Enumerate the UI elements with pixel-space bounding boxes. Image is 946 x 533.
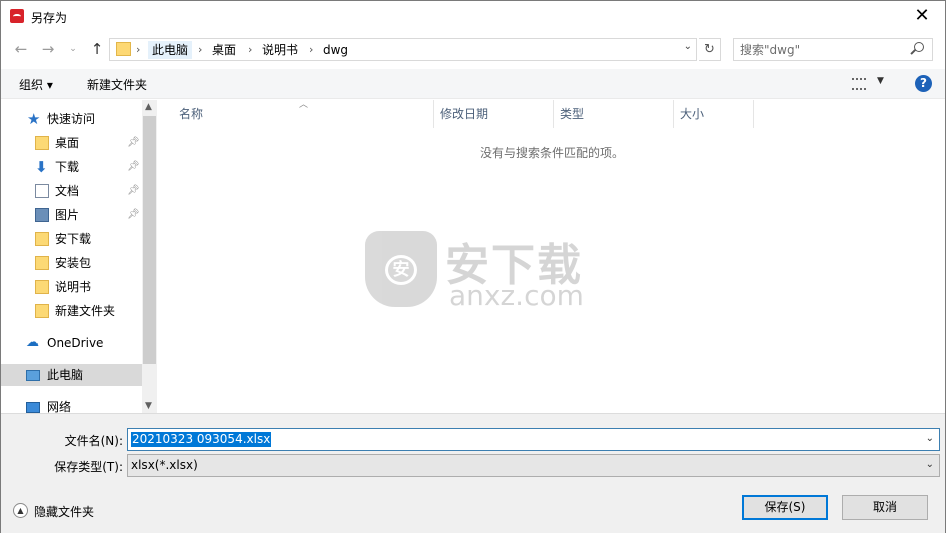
pin-icon[interactable]: 📌︎	[127, 204, 140, 226]
sidebar-item-label: OneDrive	[47, 336, 104, 350]
sidebar-item-label: 下载	[55, 160, 80, 174]
chevron-up-icon[interactable]: ▲	[13, 503, 28, 518]
sidebar-item-manual[interactable]: 说明书	[1, 276, 142, 298]
breadcrumb-manual[interactable]: 说明书	[262, 41, 298, 59]
column-header-name[interactable]: 名称	[173, 100, 203, 128]
folder-icon	[35, 256, 49, 270]
up-arrow-icon[interactable]: ↑	[87, 39, 107, 59]
pin-icon[interactable]: 📌︎	[127, 156, 140, 178]
filetype-select[interactable]: xlsx(*.xlsx) ⌄	[127, 454, 940, 477]
breadcrumb-separator-icon[interactable]: ›	[136, 41, 140, 59]
cancel-button[interactable]: 取消	[842, 495, 928, 520]
sidebar-item-label: 文档	[55, 184, 80, 198]
search-input[interactable]	[734, 39, 904, 60]
search-box[interactable]	[733, 38, 933, 61]
filetype-label: 保存类型(T):	[54, 460, 123, 474]
sidebar-item-installers[interactable]: 安装包	[1, 252, 142, 274]
sidebar-item-onedrive[interactable]: ☁ OneDrive	[1, 332, 142, 354]
sort-ascending-icon: ︿	[299, 100, 309, 110]
refresh-button[interactable]: ↻	[699, 38, 721, 61]
address-dropdown-chevron-icon[interactable]: ⌄	[684, 41, 692, 52]
empty-message: 没有与搜索条件匹配的项。	[479, 146, 624, 160]
breadcrumb-desktop[interactable]: 桌面	[212, 41, 236, 59]
sidebar-item-label: 说明书	[55, 280, 92, 294]
sidebar-item-anxz[interactable]: 安下载	[1, 228, 142, 250]
address-bar[interactable]: › 此电脑 › 桌面 › 说明书 › dwg ⌄	[109, 38, 697, 61]
cloud-icon: ☁	[26, 335, 39, 350]
command-bar: 组织 ▾ 新建文件夹 ▼ ?	[1, 69, 945, 99]
breadcrumb-separator-icon[interactable]: ›	[198, 41, 202, 59]
picture-icon	[35, 208, 49, 222]
navigation-scrollbar[interactable]: ▲ ▼	[142, 100, 157, 413]
filename-label: 文件名(N):	[64, 434, 123, 448]
sidebar-item-documents[interactable]: 文档 📌︎	[1, 180, 142, 202]
sidebar-item-label: 快速访问	[47, 112, 96, 126]
scroll-down-arrow-icon[interactable]: ▼	[145, 401, 152, 411]
view-options-icon[interactable]	[852, 78, 866, 90]
star-icon: ★	[27, 110, 41, 128]
navigation-pane: ★ 快速访问 桌面 📌︎ ⬇ 下载 📌︎ 文档 📌︎ 图片 📌︎ 安下载 安装包…	[1, 100, 159, 413]
view-dropdown-icon[interactable]: ▼	[877, 76, 884, 86]
save-as-dialog: 另存为 ✕ ← → ⌄ ↑ › 此电脑 › 桌面 › 说明书 › dwg ⌄ ↻…	[0, 0, 946, 533]
back-arrow-icon[interactable]: ←	[11, 39, 31, 59]
computer-icon	[26, 370, 40, 381]
column-divider[interactable]	[753, 100, 754, 128]
column-header-modified[interactable]: 修改日期	[434, 100, 488, 128]
filename-value[interactable]: 20210323 093054.xlsx	[131, 432, 272, 447]
save-form: 文件名(N): 20210323 093054.xlsx ⌄ 保存类型(T): …	[1, 413, 945, 533]
watermark-logo: 安 安下载 anxz.com	[365, 223, 595, 313]
column-header-type[interactable]: 类型	[554, 100, 584, 128]
pin-icon[interactable]: 📌︎	[127, 132, 140, 154]
filetype-value: xlsx(*.xlsx)	[131, 458, 198, 472]
sidebar-item-network[interactable]: 网络	[1, 396, 142, 413]
sidebar-item-label: 网络	[47, 400, 72, 413]
scroll-up-arrow-icon[interactable]: ▲	[145, 102, 152, 112]
document-icon	[35, 184, 49, 198]
close-button[interactable]: ✕	[899, 1, 945, 31]
folder-icon	[35, 136, 49, 150]
breadcrumb-this-pc[interactable]: 此电脑	[148, 41, 193, 59]
scrollbar-thumb[interactable]	[143, 116, 156, 364]
sidebar-item-label: 安装包	[55, 256, 92, 270]
save-button[interactable]: 保存(S)	[742, 495, 828, 520]
breadcrumb-separator-icon[interactable]: ›	[248, 41, 252, 59]
sidebar-item-quick-access[interactable]: ★ 快速访问	[1, 108, 142, 130]
sidebar-item-desktop[interactable]: 桌面 📌︎	[1, 132, 142, 154]
app-logo-icon	[10, 9, 24, 23]
sidebar-item-pictures[interactable]: 图片 📌︎	[1, 204, 142, 226]
window-title: 另存为	[31, 11, 68, 25]
sidebar-item-new-folder[interactable]: 新建文件夹	[1, 300, 142, 322]
help-icon[interactable]: ?	[915, 75, 932, 92]
shield-icon: 安	[365, 231, 437, 307]
network-icon	[26, 402, 40, 413]
column-header-size[interactable]: 大小	[674, 100, 704, 128]
file-list[interactable]: ︿ 名称 修改日期 类型 大小 没有与搜索条件匹配的项。 安 安下载 anxz.…	[159, 100, 945, 413]
breadcrumb-separator-icon[interactable]: ›	[309, 41, 313, 59]
download-icon: ⬇	[35, 158, 48, 176]
chevron-down-icon[interactable]: ⌄	[926, 433, 934, 444]
sidebar-item-label: 此电脑	[47, 368, 84, 382]
recent-locations-chevron-icon[interactable]: ⌄	[63, 39, 83, 59]
folder-icon	[35, 280, 49, 294]
folder-icon	[35, 232, 49, 246]
title-bar: 另存为 ✕	[1, 1, 945, 31]
folder-icon	[116, 42, 131, 56]
chevron-down-icon[interactable]: ⌄	[926, 459, 934, 470]
new-folder-button[interactable]: 新建文件夹	[87, 76, 147, 93]
sidebar-item-label: 图片	[55, 208, 80, 222]
sidebar-item-downloads[interactable]: ⬇ 下载 📌︎	[1, 156, 142, 178]
pin-icon[interactable]: 📌︎	[127, 180, 140, 202]
sidebar-item-label: 安下载	[55, 232, 92, 246]
breadcrumb-dwg[interactable]: dwg	[323, 41, 348, 59]
search-icon[interactable]	[914, 42, 924, 52]
organize-button[interactable]: 组织 ▾	[19, 76, 53, 93]
folder-icon	[35, 304, 49, 318]
filename-field[interactable]: 20210323 093054.xlsx ⌄	[127, 428, 940, 451]
sidebar-item-this-pc[interactable]: 此电脑	[1, 364, 142, 386]
sidebar-item-label: 桌面	[55, 136, 80, 150]
hide-folders-toggle[interactable]: 隐藏文件夹	[34, 503, 94, 520]
sidebar-item-label: 新建文件夹	[55, 304, 116, 318]
forward-arrow-icon[interactable]: →	[38, 39, 58, 59]
